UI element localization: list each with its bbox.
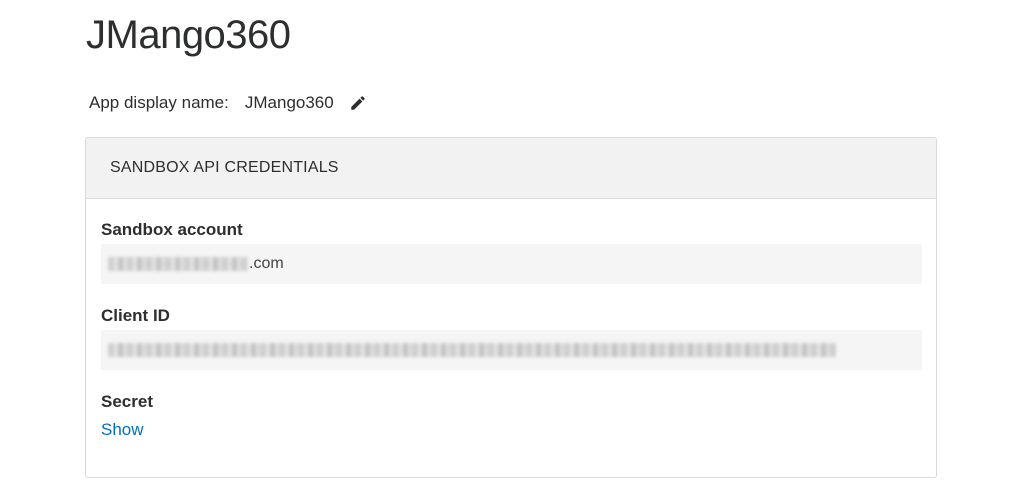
redacted-email: [108, 257, 248, 271]
client-id-label: Client ID: [101, 306, 170, 325]
redacted-client-id: [108, 343, 836, 357]
secret-label: Secret: [101, 392, 153, 411]
display-name-label: App display name:: [89, 93, 229, 112]
sandbox-account-field: Sandbox account .com: [101, 218, 922, 284]
email-domain-text: .com: [249, 255, 284, 272]
show-secret-link[interactable]: Show: [101, 420, 144, 440]
pencil-icon[interactable]: [348, 93, 368, 113]
sandbox-account-label: Sandbox account: [101, 220, 243, 239]
display-name-value: JMango360: [244, 93, 334, 112]
secret-field: Secret Show: [101, 390, 922, 440]
page-title: JMango360: [86, 13, 291, 57]
app-details-page: JMango360 App display name: JMango360 SA…: [0, 0, 1023, 487]
sandbox-credentials-card: SANDBOX API CREDENTIALS Sandbox account …: [85, 137, 937, 478]
app-display-name-row: App display name: JMango360: [89, 90, 368, 116]
client-id-value[interactable]: [101, 330, 922, 370]
credentials-header: SANDBOX API CREDENTIALS: [86, 138, 936, 199]
client-id-field: Client ID: [101, 304, 922, 370]
sandbox-account-value[interactable]: .com: [101, 244, 922, 284]
